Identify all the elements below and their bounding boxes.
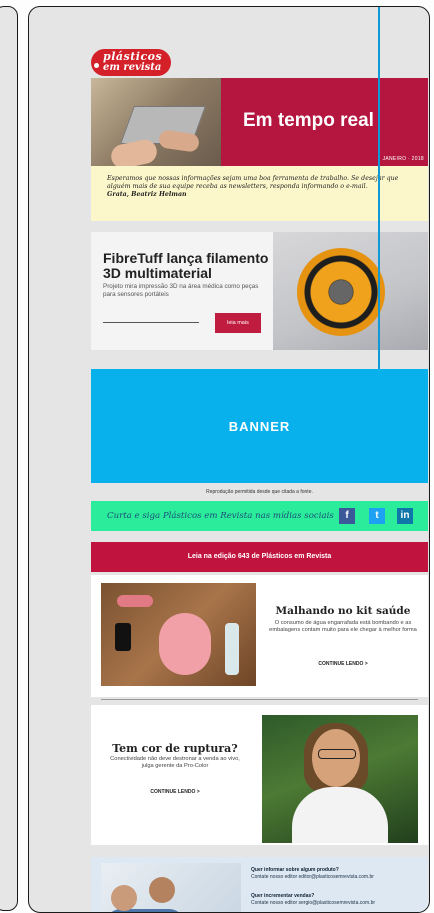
edition-header: Leia na edição 643 de Plásticos em Revis… — [91, 542, 428, 572]
article-subtitle: Projeto mira impressão 3D na área médica… — [103, 283, 259, 298]
meeting-photo — [101, 863, 241, 912]
logo-line1: plásticos — [103, 50, 163, 63]
story-card-2[interactable]: Tem cor de ruptura? Conectividade não de… — [91, 705, 428, 845]
hero-title-block: Em tempo real JANEIRO · 2018 — [221, 78, 428, 166]
promo-answer-1[interactable]: Contate nosso editor editor@plasticosemr… — [251, 874, 374, 880]
promo-answer-2[interactable]: Contate nosso editor sergio@plasticosemr… — [251, 900, 375, 906]
contact-promo: Quer informar sobre algum produto? Conta… — [91, 857, 428, 912]
linkedin-icon[interactable]: in — [397, 508, 413, 524]
filament-spool-photo — [273, 232, 428, 350]
hero-title: Em tempo real — [243, 110, 374, 131]
story1-continue-link[interactable]: CONTINUE LENDO > — [267, 661, 419, 667]
promo-question-1: Quer informar sobre algum produto? — [251, 867, 339, 873]
story2-title[interactable]: Tem cor de ruptura? — [105, 742, 245, 755]
promo-question-2: Quer incrementar vendas? — [251, 893, 315, 899]
alignment-guide-line — [378, 7, 380, 369]
social-bar: Curta e siga Plásticos em Revista nas mí… — [91, 501, 428, 531]
story-card-1[interactable]: Malhando no kit saúde O consumo de água … — [91, 575, 428, 697]
reproduction-notice: Reprodução permitida desde que citada a … — [206, 489, 313, 495]
article-title[interactable]: FibreTuff lança filamento 3D multimateri… — [103, 251, 273, 281]
fitness-kit-photo — [101, 583, 256, 686]
ad-banner[interactable]: BANNER — [91, 369, 428, 483]
brand-logo: plásticos em revista — [91, 49, 171, 76]
logo-line2: em revista — [103, 62, 162, 73]
story2-text: Conectividade não deve destronar a venda… — [110, 756, 240, 769]
story-divider — [101, 699, 418, 700]
hero-note-text: Esperamos que nossas informações sejam u… — [107, 175, 399, 190]
left-side-panel — [0, 6, 18, 911]
email-preview-frame[interactable]: plásticos em revista Em tempo real JANEI… — [28, 6, 430, 913]
twitter-icon[interactable]: t — [369, 508, 385, 524]
woman-portrait-photo — [262, 715, 418, 843]
logo-dot-icon — [94, 63, 99, 68]
facebook-icon[interactable]: f — [339, 508, 355, 524]
story1-title[interactable]: Malhando no kit saúde — [263, 605, 423, 617]
hero-signature: Grata, Beatriz Helman — [107, 191, 187, 198]
story1-text: O consumo de água engarrafada está bomba… — [269, 620, 417, 633]
social-text: Curta e siga Plásticos em Revista nas mí… — [107, 511, 334, 521]
story2-continue-link[interactable]: CONTINUE LENDO > — [105, 789, 245, 795]
hero-date: JANEIRO · 2018 — [382, 156, 424, 162]
read-more-button[interactable]: leia mais — [215, 313, 261, 333]
article-divider — [103, 322, 199, 323]
